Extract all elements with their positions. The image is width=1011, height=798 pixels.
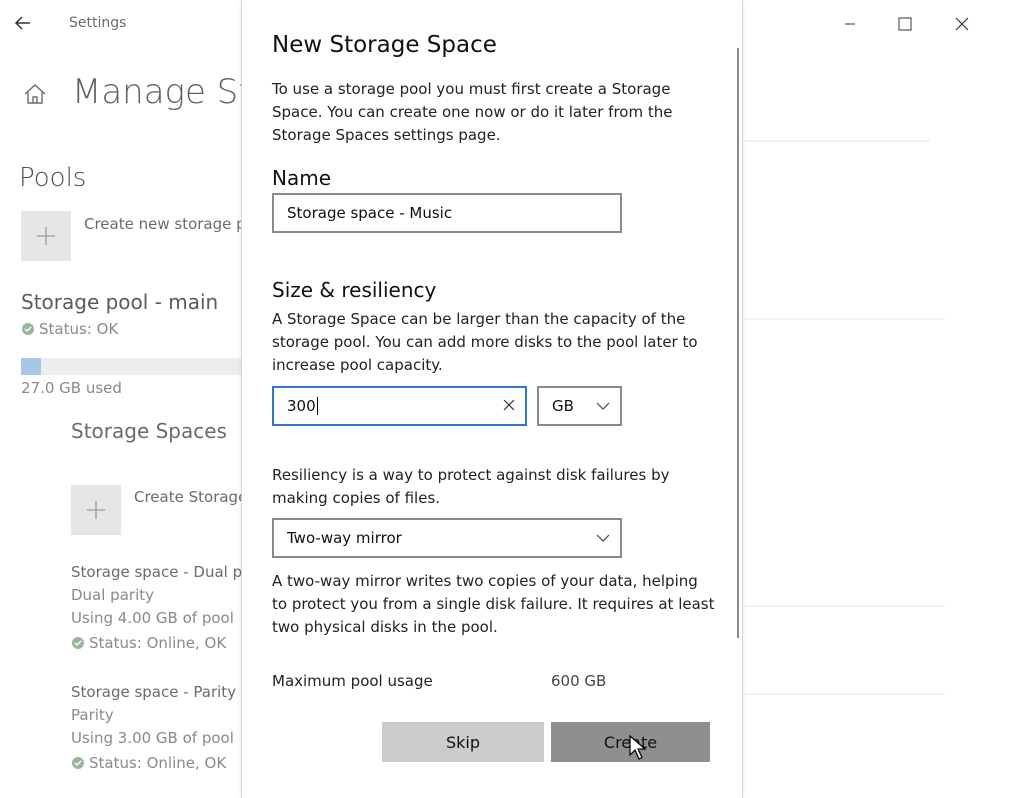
resiliency-dropdown-value: Two-way mirror xyxy=(287,529,402,547)
pool-used-text: 27.0 GB used xyxy=(21,379,122,397)
resiliency-dropdown[interactable]: Two-way mirror xyxy=(272,518,622,558)
size-heading: Size & resiliency xyxy=(272,278,437,302)
unit-dropdown[interactable]: GB xyxy=(537,386,622,426)
name-label: Name xyxy=(272,166,332,190)
create-space-label[interactable]: Create Storage xyxy=(134,488,247,506)
skip-button[interactable]: Skip xyxy=(382,722,544,762)
status-ok-icon xyxy=(72,757,84,769)
space-type: Dual parity xyxy=(71,586,154,604)
create-pool-label[interactable]: Create new storage p xyxy=(84,215,246,233)
space-name[interactable]: Storage space - Parity xyxy=(71,683,236,701)
space-type: Parity xyxy=(71,706,114,724)
space-status: Status: Online, OK xyxy=(72,754,226,772)
status-ok-icon xyxy=(72,637,84,649)
space-usage: Using 3.00 GB of pool xyxy=(71,729,234,747)
name-field[interactable]: Storage space - Music xyxy=(272,193,622,233)
space-status: Status: Online, OK xyxy=(72,634,226,652)
chevron-down-icon xyxy=(596,397,610,415)
status-ok-icon xyxy=(22,323,34,335)
dialog-title: New Storage Space xyxy=(272,32,497,58)
pool-status-text: Status: OK xyxy=(39,320,119,338)
size-input-text: 300 xyxy=(287,397,318,415)
resiliency-description: Resiliency is a way to protect against d… xyxy=(272,466,670,507)
space-name[interactable]: Storage space - Dual p xyxy=(71,563,242,581)
minimize-icon[interactable] xyxy=(835,10,865,38)
back-arrow-icon[interactable] xyxy=(12,12,34,34)
dialog-scrollbar[interactable] xyxy=(737,48,739,638)
pool-usage-bar xyxy=(21,358,241,375)
unit-dropdown-value: GB xyxy=(552,397,574,415)
size-input-value: 300 xyxy=(287,397,316,415)
maximize-icon[interactable] xyxy=(890,10,920,38)
mirror-description: A two-way mirror writes two copies of yo… xyxy=(272,572,715,636)
name-field-value: Storage space - Music xyxy=(287,204,453,222)
pool-status: Status: OK xyxy=(22,320,118,338)
pools-heading: Pools xyxy=(19,163,87,193)
max-usage-value: 600 GB xyxy=(551,672,607,690)
create-pool-plus-icon[interactable] xyxy=(21,211,71,261)
text-cursor xyxy=(316,397,318,415)
pool-usage-fill xyxy=(21,358,41,375)
size-description: A Storage Space can be larger than the c… xyxy=(272,310,698,374)
new-storage-space-dialog: New Storage Space To use a storage pool … xyxy=(241,0,743,798)
size-input[interactable]: 300 xyxy=(272,386,527,426)
chevron-down-icon xyxy=(596,529,610,547)
pool-name: Storage pool - main xyxy=(21,290,219,314)
create-space-plus-icon[interactable] xyxy=(71,485,121,535)
app-title: Settings xyxy=(69,15,127,31)
home-icon xyxy=(22,81,48,107)
max-usage-label: Maximum pool usage xyxy=(272,672,433,690)
space-status-text: Status: Online, OK xyxy=(89,754,227,772)
space-usage: Using 4.00 GB of pool xyxy=(71,609,234,627)
storage-spaces-heading: Storage Spaces xyxy=(71,419,227,443)
space-status-text: Status: Online, OK xyxy=(89,634,227,652)
intro-text: To use a storage pool you must first cre… xyxy=(272,80,673,144)
close-icon[interactable] xyxy=(947,10,977,38)
mouse-pointer-icon xyxy=(629,734,647,765)
clear-icon[interactable] xyxy=(503,397,515,415)
